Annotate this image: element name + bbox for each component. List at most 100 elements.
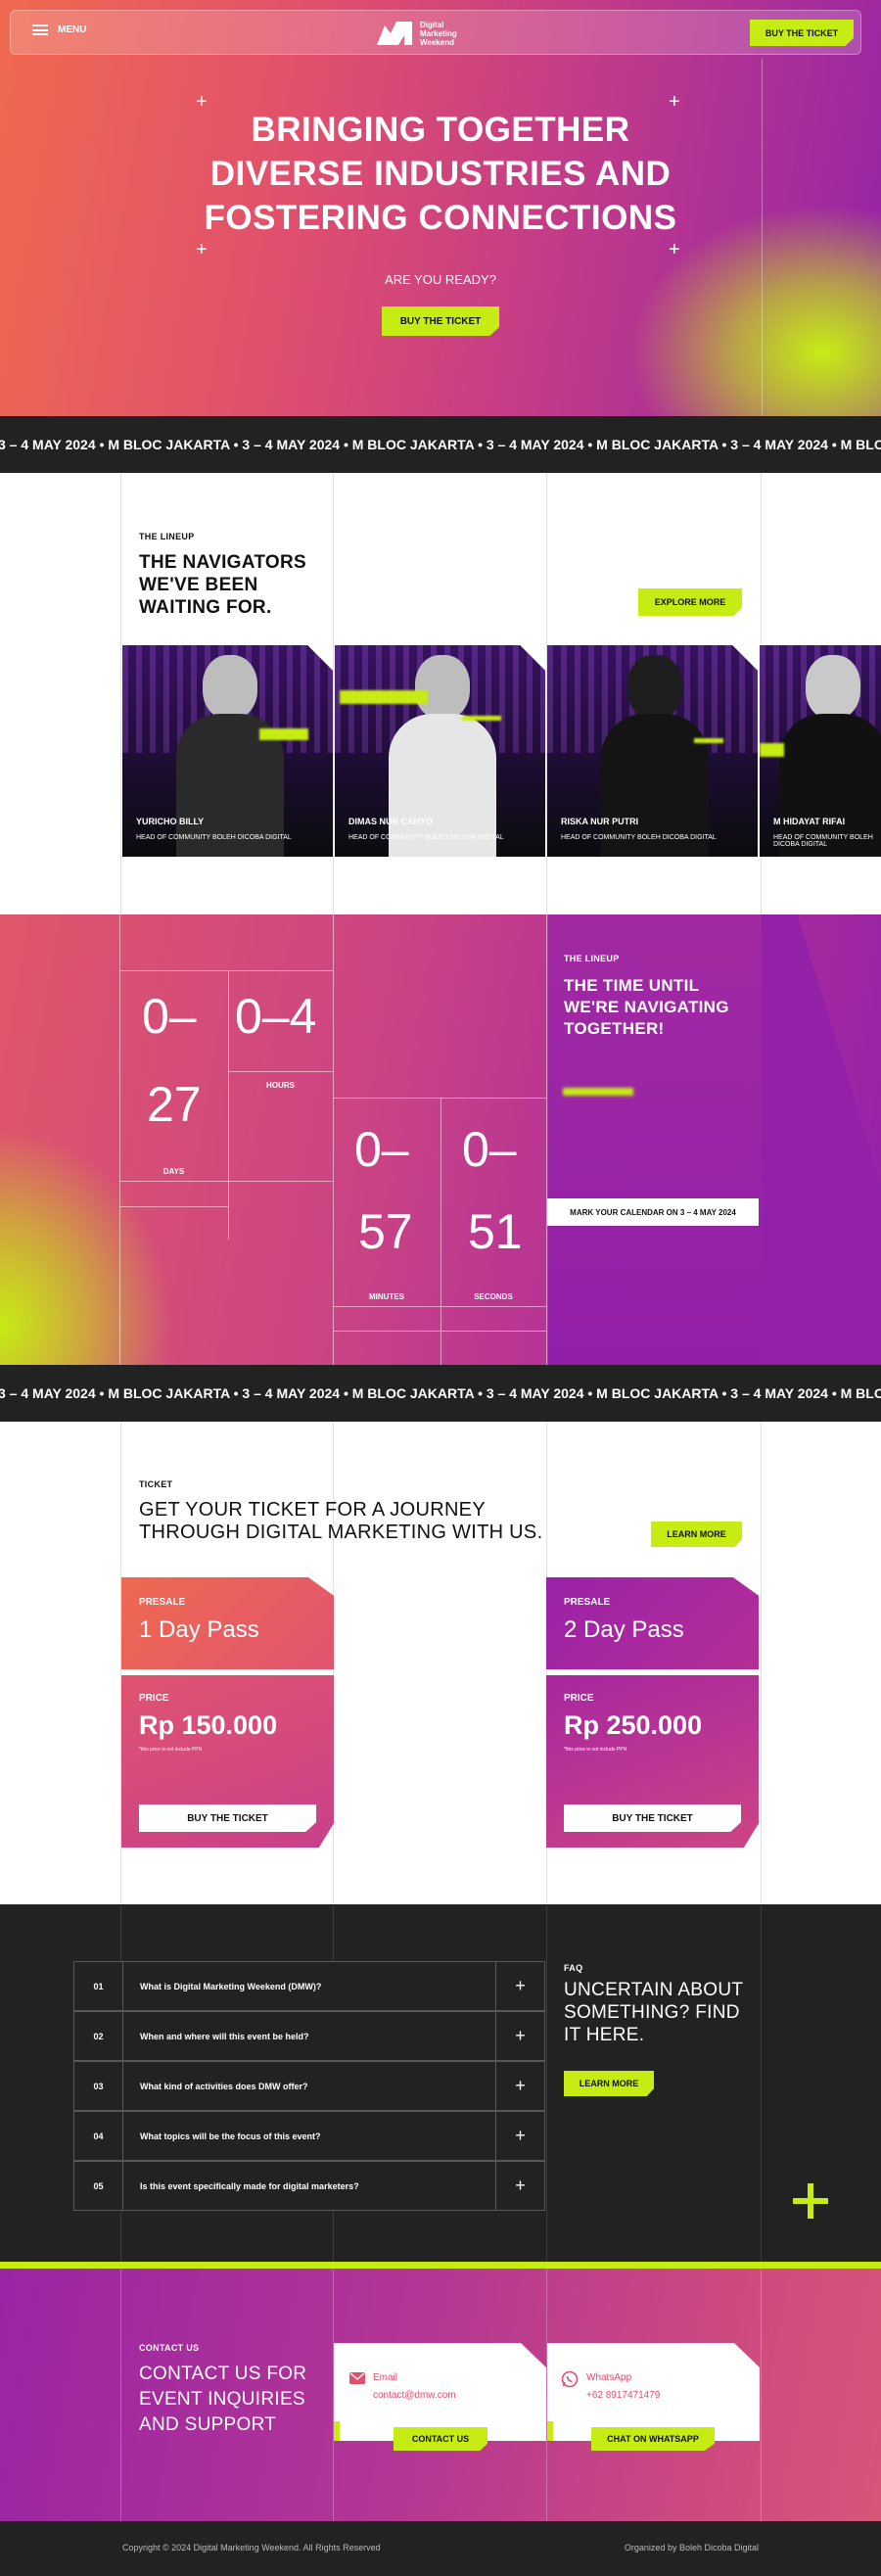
speaker-name: DIMAS NUR CAHYO (348, 817, 434, 826)
plus-icon: + (495, 2162, 544, 2210)
speaker-card[interactable]: RISKA NUR PUTRI HEAD OF COMMUNITY BOLEH … (547, 645, 758, 857)
grid-line (119, 970, 333, 971)
grid-line (333, 1306, 546, 1307)
ticket-learn-more-button[interactable]: LEARN MORE (651, 1522, 742, 1547)
faq-number: 05 (74, 2162, 123, 2210)
hero-buy-ticket-button[interactable]: BUY THE TICKET (382, 306, 499, 336)
plus-icon: + (196, 239, 208, 260)
contact-us-button[interactable]: CONTACT US (394, 2427, 487, 2451)
speaker-name: YURICHO BILLY (136, 817, 205, 826)
ticket-note: *this price is not include PPN (564, 1747, 627, 1753)
lime-accent (259, 728, 308, 740)
menu-button[interactable]: MENU (32, 24, 86, 35)
hero-title-line: DIVERSE INDUSTRIES AND (209, 155, 672, 193)
marquee-text: 3 – 4 MAY 2024 • M BLOC JAKARTA • 3 – 4 … (0, 437, 881, 452)
heading-line: WE'VE BEEN (139, 575, 258, 595)
ticket-name: 1 Day Pass (139, 1616, 259, 1643)
lime-accent (462, 716, 501, 721)
logo-line: Digital (420, 20, 444, 29)
speaker-card[interactable]: M HIDAYAT RIFAI HEAD OF COMMUNITY BOLEH … (760, 645, 881, 857)
organizer-text: Organized by Boleh Dicoba Digital (624, 2543, 759, 2553)
grid-line (228, 1071, 333, 1072)
buy-1day-ticket-button[interactable]: BUY THE TICKET (139, 1804, 316, 1832)
whatsapp-value[interactable]: +62 8917471479 (586, 2390, 660, 2401)
lime-accent (694, 738, 723, 743)
logo-line: Weekend (420, 37, 454, 47)
lime-accent (547, 2421, 553, 2441)
navbar: MENU Digital Marketing Weekend BUY THE T… (10, 10, 861, 55)
grid-line (333, 1098, 546, 1099)
grid-line (119, 1206, 228, 1207)
lime-accent (563, 1088, 633, 1096)
plus-icon: + (495, 2112, 544, 2160)
calendar-button[interactable]: MARK YOUR CALENDAR ON 3 – 4 MAY 2024 (547, 1198, 759, 1226)
grid-line (546, 914, 547, 1365)
faq-number: 01 (74, 1962, 123, 2010)
faq-item[interactable]: 02 When and where will this event be hel… (73, 2011, 545, 2061)
footer: Copyright © 2024 Digital Marketing Weeke… (0, 2521, 881, 2576)
faq-question: What topics will be the focus of this ev… (140, 2131, 321, 2141)
heading-line: WE'RE NAVIGATING (564, 998, 729, 1016)
faq-eyebrow: FAQ (564, 1963, 583, 1973)
grid-line (119, 1181, 333, 1182)
speaker-role: HEAD OF COMMUNITY BOLEH DICOBA DIGITAL (561, 834, 717, 841)
grid-line (440, 1098, 441, 1365)
heading-line: TOGETHER! (564, 1019, 665, 1038)
countdown-minutes: 0– (354, 1122, 409, 1177)
logo-icon (377, 22, 412, 45)
countdown-minutes: 57 (358, 1204, 413, 1259)
countdown-eyebrow: THE LINEUP (564, 954, 620, 963)
grid-line (119, 914, 120, 1365)
hero-title-line: BRINGING TOGETHER (251, 111, 630, 149)
hamburger-icon (32, 24, 48, 35)
buy-2day-ticket-button[interactable]: BUY THE TICKET (564, 1804, 741, 1832)
ticket-presale: PRESALE (564, 1597, 611, 1608)
whatsapp-icon (561, 2370, 579, 2388)
ticket-heading: GET YOUR TICKET FOR A JOURNEY THROUGH DI… (139, 1499, 542, 1544)
countdown-seconds: 0– (462, 1122, 517, 1177)
faq-heading: UNCERTAIN ABOUT SOMETHING? FIND IT HERE. (564, 1979, 743, 2046)
grid-line (761, 2269, 762, 2521)
speaker-photo (601, 655, 709, 857)
copyright-text: Copyright © 2024 Digital Marketing Weeke… (122, 2543, 381, 2553)
whatsapp-title: WhatsApp (586, 2372, 632, 2383)
speaker-name: RISKA NUR PUTRI (561, 817, 639, 826)
faq-number: 03 (74, 2062, 123, 2110)
faq-question: When and where will this event be held? (140, 2031, 309, 2041)
email-value[interactable]: contact@dmw.com (373, 2390, 456, 2401)
heading-line: UNCERTAIN ABOUT (564, 1980, 744, 2000)
email-title: Email (373, 2372, 398, 2383)
ticket-card-1day: PRESALE 1 Day Pass PRICE Rp 150.000 *thi… (121, 1577, 334, 1848)
lime-divider (0, 2262, 881, 2269)
countdown-heading: THE TIME UNTIL WE'RE NAVIGATING TOGETHER… (564, 975, 729, 1040)
countdown-hours: 0–4 (235, 989, 317, 1044)
speaker-photo (779, 655, 881, 857)
heading-line: GET YOUR TICKET FOR A JOURNEY (139, 1499, 486, 1521)
speaker-card[interactable]: YURICHO BILLY HEAD OF COMMUNITY BOLEH DI… (122, 645, 333, 857)
chat-whatsapp-button[interactable]: CHAT ON WHATSAPP (591, 2427, 715, 2451)
heading-line: AND SUPPORT (139, 2414, 277, 2435)
ticket-name: 2 Day Pass (564, 1616, 684, 1643)
grid-line (333, 473, 334, 914)
faq-item[interactable]: 01 What is Digital Marketing Weekend (DM… (73, 1961, 545, 2011)
contact-heading: CONTACT US FOR EVENT INQUIRIES AND SUPPO… (139, 2362, 306, 2438)
hero-section: MENU Digital Marketing Weekend BUY THE T… (0, 0, 881, 416)
ticket-price: Rp 250.000 (564, 1710, 703, 1740)
grid-line (333, 1331, 546, 1332)
logo[interactable]: Digital Marketing Weekend (375, 20, 457, 47)
faq-learn-more-button[interactable]: LEARN MORE (564, 2071, 654, 2096)
faq-item[interactable]: 05 Is this event specifically made for d… (73, 2161, 545, 2211)
countdown-days: 0– (142, 989, 197, 1044)
grid-line (546, 2269, 547, 2521)
nav-buy-ticket-button[interactable]: BUY THE TICKET (750, 20, 854, 46)
grid-line (761, 1904, 762, 2262)
lime-accent (340, 690, 428, 704)
explore-more-button[interactable]: EXPLORE MORE (638, 588, 742, 616)
speaker-role: HEAD OF COMMUNITY BOLEH DICOBA DIGITAL (773, 834, 873, 848)
speaker-card[interactable]: DIMAS NUR CAHYO HEAD OF COMMUNITY BOLEH … (335, 645, 545, 857)
faq-item[interactable]: 03 What kind of activities does DMW offe… (73, 2061, 545, 2111)
faq-item[interactable]: 04 What topics will be the focus of this… (73, 2111, 545, 2161)
logo-text: Digital Marketing Weekend (420, 21, 457, 47)
whatsapp-card: WhatsApp +62 8917471479 (547, 2343, 760, 2441)
faq-section: 01 What is Digital Marketing Weekend (DM… (0, 1904, 881, 2262)
